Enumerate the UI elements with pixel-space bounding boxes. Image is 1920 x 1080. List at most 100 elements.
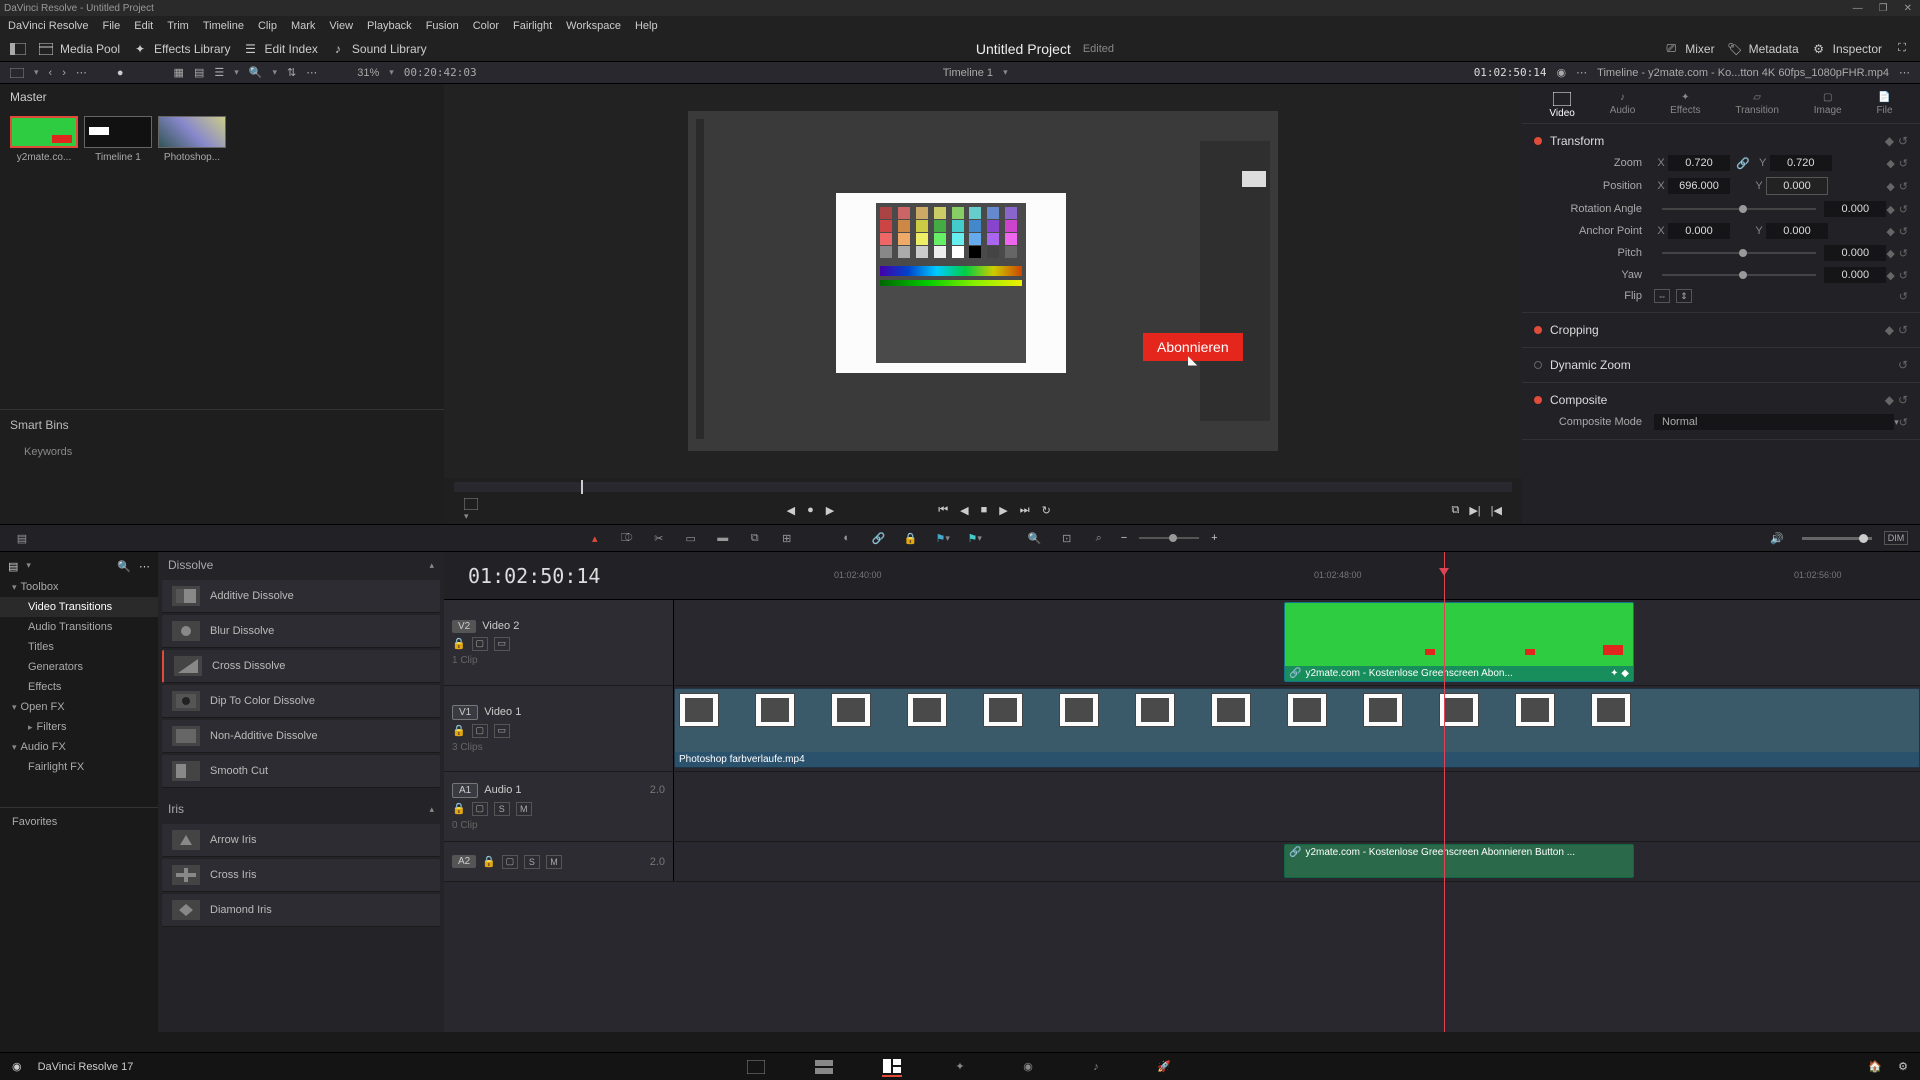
media-pool-toggle[interactable]: Media Pool bbox=[38, 41, 120, 57]
timeline-dropdown[interactable]: Timeline 1 bbox=[943, 67, 993, 79]
next-icon[interactable]: › bbox=[62, 67, 66, 79]
timeline-ruler[interactable]: 01:02:40:00 01:02:48:00 01:02:56:00 bbox=[674, 552, 1920, 600]
link-icon[interactable]: 🔗 bbox=[1736, 157, 1750, 170]
audio-transitions[interactable]: Audio Transitions bbox=[0, 617, 158, 637]
thumb-view-icon[interactable]: ▤ bbox=[194, 66, 204, 79]
insert-tool[interactable]: ▭ bbox=[681, 528, 701, 548]
favorites[interactable]: Favorites bbox=[0, 807, 158, 832]
prev-edit-icon[interactable]: |◀ bbox=[1491, 504, 1502, 517]
filters[interactable]: ▸Filters bbox=[0, 717, 158, 737]
home-icon[interactable]: 🏠 bbox=[1868, 1060, 1882, 1073]
pitch-field[interactable] bbox=[1824, 245, 1886, 261]
section-transform[interactable]: Transform bbox=[1550, 134, 1604, 148]
chevron-down-icon[interactable]: ▾ bbox=[34, 67, 39, 78]
prev-icon[interactable]: ‹ bbox=[49, 67, 53, 79]
track-head-v2[interactable]: V2Video 2 🔒▢▭ 1 Clip bbox=[444, 600, 674, 685]
menu-item[interactable]: Edit bbox=[134, 20, 153, 32]
anchor-y-field[interactable] bbox=[1766, 223, 1828, 239]
viewer-canvas[interactable]: Abonnieren ◣ bbox=[444, 84, 1522, 478]
fx-item[interactable]: Cross Dissolve bbox=[162, 650, 440, 683]
toolbox-group[interactable]: ▾Toolbox bbox=[0, 577, 158, 597]
minimize-icon[interactable]: — bbox=[1853, 3, 1863, 14]
playhead[interactable] bbox=[1444, 552, 1445, 1032]
match-frame-icon[interactable]: ⧉ bbox=[1451, 504, 1459, 517]
menu-item[interactable]: Mark bbox=[291, 20, 315, 32]
titles[interactable]: Titles bbox=[0, 637, 158, 657]
timeline-timecode[interactable]: 01:02:50:14 bbox=[444, 564, 674, 588]
dim-button[interactable]: DIM bbox=[1884, 531, 1908, 545]
prev-frame-icon[interactable]: ◀ bbox=[787, 504, 795, 517]
media-page-icon[interactable] bbox=[746, 1057, 766, 1077]
lock-tool[interactable]: 🔒 bbox=[901, 528, 921, 548]
zoom-slider[interactable] bbox=[1139, 537, 1199, 539]
yaw-field[interactable] bbox=[1824, 267, 1886, 283]
flag-blue-icon[interactable]: ⚑▾ bbox=[933, 528, 953, 548]
replace-tool[interactable]: ⧉ bbox=[745, 528, 765, 548]
fullscreen-icon[interactable]: ⛶ bbox=[1894, 41, 1910, 57]
fx-item[interactable]: Dip To Color Dissolve bbox=[162, 685, 440, 718]
menu-item[interactable]: Trim bbox=[167, 20, 189, 32]
menu-item[interactable]: View bbox=[329, 20, 353, 32]
zoom-y-field[interactable] bbox=[1770, 155, 1832, 171]
fairlight-page-icon[interactable]: ♪ bbox=[1086, 1057, 1106, 1077]
dot-icon[interactable]: ● bbox=[807, 504, 814, 516]
reset-icon[interactable]: ↺ bbox=[1898, 134, 1908, 148]
color-page-icon[interactable]: ◉ bbox=[1018, 1057, 1038, 1077]
next-edit-icon[interactable]: ▶| bbox=[1469, 504, 1480, 517]
last-frame-icon[interactable]: ⏭ bbox=[1020, 504, 1030, 517]
zoom-minus-icon[interactable]: − bbox=[1121, 532, 1127, 544]
menu-item[interactable]: Playback bbox=[367, 20, 412, 32]
edit-page-icon[interactable] bbox=[882, 1057, 902, 1077]
menu-item[interactable]: Clip bbox=[258, 20, 277, 32]
section-cropping[interactable]: Cropping bbox=[1550, 323, 1599, 337]
auto-select-button[interactable]: ▢ bbox=[472, 802, 488, 816]
sort-icon[interactable]: ⇅ bbox=[287, 66, 296, 79]
arrow-tool[interactable]: ▴ bbox=[585, 528, 605, 548]
tab-audio[interactable]: ♪Audio bbox=[1610, 92, 1636, 119]
fx-item[interactable]: Blur Dissolve bbox=[162, 615, 440, 648]
edit-index-toggle[interactable]: ☰Edit Index bbox=[243, 41, 318, 57]
media-clip[interactable]: Photoshop... bbox=[158, 116, 226, 163]
volume-slider[interactable] bbox=[1802, 537, 1872, 540]
audiofx-group[interactable]: ▾Audio FX bbox=[0, 737, 158, 757]
first-frame-icon[interactable]: ⏮ bbox=[938, 504, 948, 517]
zoom-percent[interactable]: 31% bbox=[357, 67, 379, 79]
effects-library-toggle[interactable]: ✦Effects Library bbox=[132, 41, 230, 57]
media-clip[interactable]: y2mate.co... bbox=[10, 116, 78, 163]
fairlight-fx[interactable]: Fairlight FX bbox=[0, 757, 158, 777]
fx-item[interactable]: Additive Dissolve bbox=[162, 580, 440, 613]
tab-transition[interactable]: ▱Transition bbox=[1735, 92, 1779, 119]
yaw-slider[interactable] bbox=[1662, 274, 1816, 276]
mixer-toggle[interactable]: ⎚Mixer bbox=[1663, 41, 1714, 57]
master-bin[interactable]: Master bbox=[0, 84, 444, 110]
viewer-scrubber[interactable] bbox=[454, 482, 1512, 492]
trim-tool[interactable]: ⎄ bbox=[617, 528, 637, 548]
composite-mode-dropdown[interactable]: Normal bbox=[1654, 414, 1894, 430]
timeline-clip[interactable]: 🔗y2mate.com - Kostenlose Greenscreen Abo… bbox=[1284, 602, 1634, 682]
rotation-slider[interactable] bbox=[1662, 208, 1816, 210]
volume-icon[interactable]: 🔊 bbox=[1770, 532, 1784, 545]
pitch-slider[interactable] bbox=[1662, 252, 1816, 254]
section-dynamic-zoom[interactable]: Dynamic Zoom bbox=[1550, 358, 1631, 372]
auto-select-button[interactable]: ▢ bbox=[502, 855, 518, 869]
next-frame-icon[interactable]: ▶ bbox=[826, 504, 834, 517]
media-clip[interactable]: Timeline 1 bbox=[84, 116, 152, 163]
position-x-field[interactable] bbox=[1668, 178, 1730, 194]
fusion-page-icon[interactable]: ✦ bbox=[950, 1057, 970, 1077]
lock-icon[interactable]: 🔒 bbox=[452, 802, 466, 815]
track-head-a1[interactable]: A1Audio 12.0 🔒▢SM 0 Clip bbox=[444, 772, 674, 841]
enable-dot-icon[interactable] bbox=[1534, 396, 1542, 404]
menu-item[interactable]: Fusion bbox=[426, 20, 459, 32]
zoom-icon[interactable]: ⌕ bbox=[1089, 528, 1109, 548]
rotation-field[interactable] bbox=[1824, 201, 1886, 217]
fx-item[interactable]: Arrow Iris bbox=[162, 824, 440, 857]
mute-button[interactable]: M bbox=[546, 855, 562, 869]
deliver-page-icon[interactable]: 🚀 bbox=[1154, 1057, 1174, 1077]
flip-v-button[interactable]: ⇕ bbox=[1676, 289, 1692, 303]
lock-icon[interactable]: 🔒 bbox=[482, 855, 496, 868]
search-icon[interactable]: 🔍 bbox=[117, 560, 131, 573]
link-tool[interactable]: 🔗 bbox=[869, 528, 889, 548]
search-icon[interactable]: 🔍 bbox=[1025, 528, 1045, 548]
mute-button[interactable]: M bbox=[516, 802, 532, 816]
fx-item[interactable]: Smooth Cut bbox=[162, 755, 440, 788]
